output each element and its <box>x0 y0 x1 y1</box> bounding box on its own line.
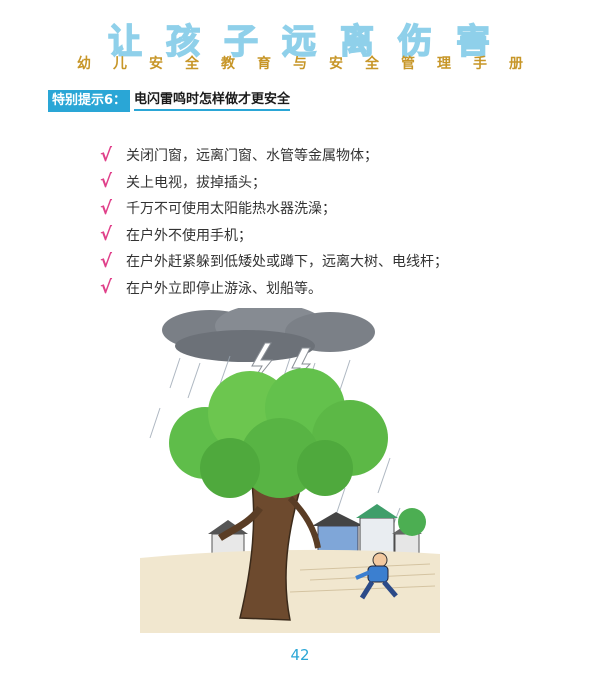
list-item: √ 在户外赶紧躲到低矮处或蹲下，远离大树、电线杆； <box>100 248 448 275</box>
list-item: √ 千万不可使用太阳能热水器洗澡； <box>100 195 448 222</box>
storm-illustration <box>140 308 440 633</box>
list-item-text: 关闭门窗，远离门窗、水管等金属物体； <box>126 148 378 165</box>
list-item-text: 在户外不使用手机； <box>126 227 252 244</box>
list-item-text: 关上电视，拔掉插头； <box>126 174 266 191</box>
tip-heading: 特别提示6： 电闪雷鸣时怎样做才更安全 <box>48 90 291 112</box>
tip-title: 电闪雷鸣时怎样做才更安全 <box>134 91 291 111</box>
check-icon: √ <box>100 277 113 299</box>
book-subtitle: 幼儿安全教育与安全管理手册 <box>77 56 545 72</box>
list-item-text: 在户外立即停止游泳、划船等。 <box>126 280 322 297</box>
list-item: √ 在户外立即停止游泳、划船等。 <box>100 275 448 302</box>
tip-tag: 特别提示6： <box>48 90 131 112</box>
list-item: √ 在户外不使用手机； <box>100 222 448 249</box>
storm-cloud <box>162 308 375 362</box>
tree-canopy <box>169 368 388 498</box>
check-icon: √ <box>100 250 113 272</box>
check-icon: √ <box>100 197 113 219</box>
list-item: √ 关闭门窗，远离门窗、水管等金属物体； <box>100 142 448 169</box>
list-item-text: 在户外赶紧躲到低矮处或蹲下，远离大树、电线杆； <box>126 254 448 271</box>
houses <box>208 504 426 557</box>
check-icon: √ <box>100 224 113 246</box>
page-number: 42 <box>290 646 310 664</box>
list-item: √ 关上电视，拔掉插头； <box>100 169 448 196</box>
check-icon: √ <box>100 171 113 193</box>
list-item-text: 千万不可使用太阳能热水器洗澡； <box>126 201 336 218</box>
check-icon: √ <box>100 144 113 166</box>
safety-list: √ 关闭门窗，远离门窗、水管等金属物体； √ 关上电视，拔掉插头； √ 千万不可使用太… <box>100 142 448 301</box>
